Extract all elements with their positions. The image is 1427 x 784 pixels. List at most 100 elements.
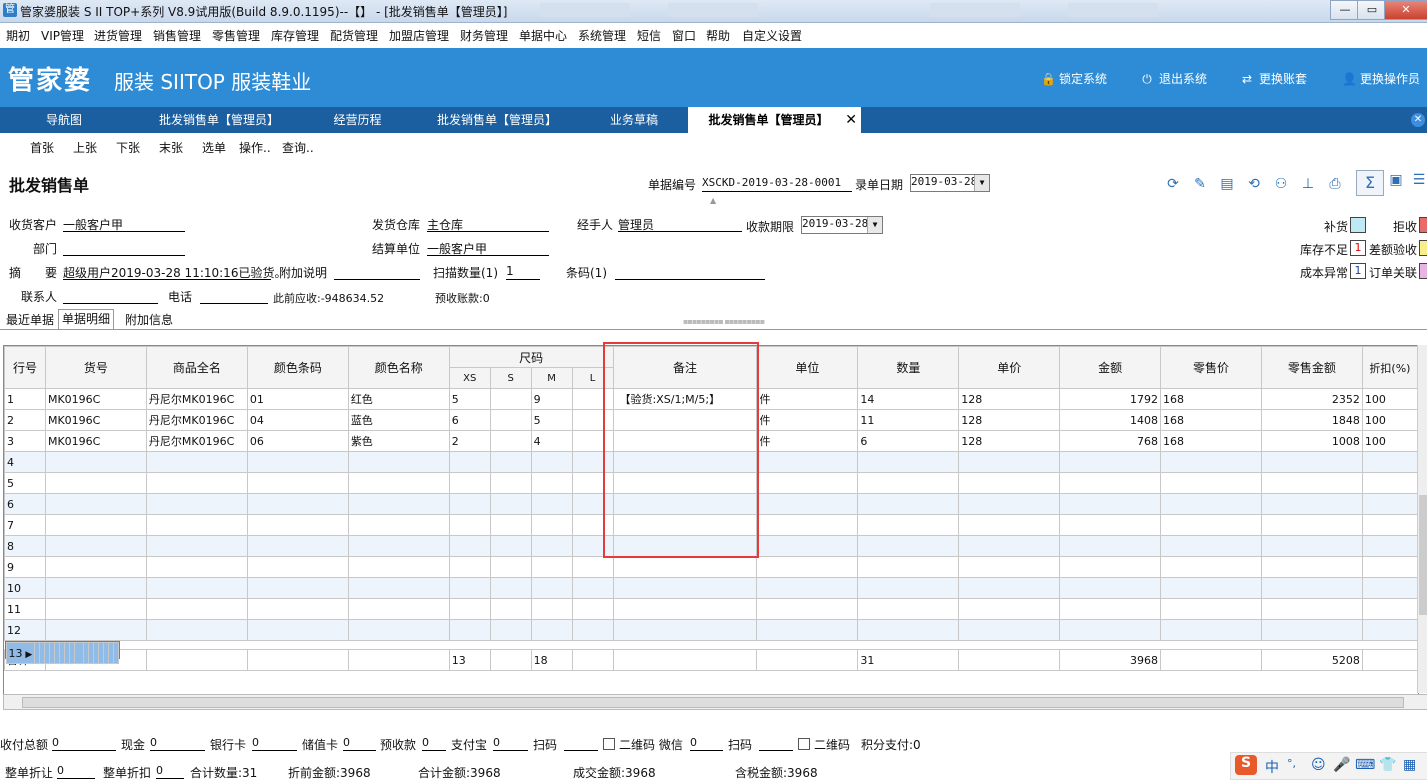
- cell-n[interactable]: 12: [4, 619, 46, 641]
- cell-rp[interactable]: [1160, 472, 1262, 494]
- cell-disc[interactable]: 100: [1361, 388, 1418, 410]
- cell-qty[interactable]: 14: [857, 388, 960, 410]
- cell-price[interactable]: [958, 535, 1061, 557]
- cell-amt[interactable]: [1059, 472, 1162, 494]
- cell-s[interactable]: [489, 514, 532, 536]
- cell-code[interactable]: [44, 472, 147, 494]
- cell-cn[interactable]: [347, 577, 450, 599]
- cell-code[interactable]: MK0196C: [44, 409, 147, 431]
- menu-item[interactable]: 单据中心: [519, 27, 567, 44]
- menu-item[interactable]: VIP管理: [41, 27, 84, 44]
- cell-amt[interactable]: [1059, 451, 1162, 473]
- cell-note[interactable]: 【验货:XS/1;M/5;】: [612, 388, 758, 410]
- cell-n[interactable]: 10: [4, 577, 46, 599]
- cell-cn[interactable]: 红色: [347, 388, 450, 410]
- keyboard-icon[interactable]: ⌨: [1355, 757, 1375, 773]
- cell-note[interactable]: [612, 619, 758, 641]
- handler-field[interactable]: 管理员: [618, 216, 742, 232]
- cell-cb[interactable]: [246, 472, 349, 494]
- cell-note[interactable]: [612, 451, 758, 473]
- select-doc-button[interactable]: 选单: [202, 139, 226, 156]
- cell-ra[interactable]: [1260, 535, 1363, 557]
- menu-item[interactable]: 短信: [637, 27, 661, 44]
- due-date-picker[interactable]: 2019-03-28 ▼: [801, 216, 883, 234]
- cell-amt[interactable]: 1408: [1059, 409, 1162, 431]
- cell-unit[interactable]: [756, 514, 859, 536]
- cell-unit[interactable]: [756, 451, 859, 473]
- cell-cb[interactable]: [246, 598, 349, 620]
- sync-icon[interactable]: ⟲: [1246, 176, 1262, 192]
- cell-cn[interactable]: [347, 535, 450, 557]
- cell-ra[interactable]: [1260, 577, 1363, 599]
- grid-horizontal-scrollbar[interactable]: [3, 694, 1427, 710]
- col-header-qty[interactable]: 数量: [857, 346, 960, 389]
- edit-icon[interactable]: ✎: [1192, 176, 1208, 192]
- cell-cn[interactable]: [347, 451, 450, 473]
- cell-code[interactable]: [44, 577, 147, 599]
- cell-unit[interactable]: [756, 493, 859, 515]
- cell-unit[interactable]: [756, 598, 859, 620]
- cell-note[interactable]: [612, 556, 758, 578]
- alipay-scan-field[interactable]: [564, 736, 598, 751]
- first-record-button[interactable]: 首张: [30, 139, 54, 156]
- cell-note[interactable]: [612, 535, 758, 557]
- cell-l[interactable]: [571, 430, 614, 452]
- cell-price[interactable]: 128: [958, 430, 1061, 452]
- total-received-field[interactable]: 0: [52, 736, 116, 751]
- cell-cb[interactable]: 04: [246, 409, 349, 431]
- table-row[interactable]: 6: [4, 493, 1418, 515]
- cell-xs[interactable]: [448, 514, 491, 536]
- save-icon[interactable]: ▤: [1219, 176, 1235, 192]
- cell-code[interactable]: [44, 514, 147, 536]
- structure-icon[interactable]: ⚇: [1273, 176, 1289, 192]
- cell-note[interactable]: [612, 472, 758, 494]
- cell-qty[interactable]: [857, 619, 960, 641]
- cell-note[interactable]: [612, 577, 758, 599]
- cell-cn[interactable]: 紫色: [347, 430, 450, 452]
- menu-item[interactable]: 系统管理: [578, 27, 626, 44]
- splitter-handle[interactable]: ▪▪▪▪▪▪▪▪▪ ▪▪▪▪▪▪▪▪▪: [680, 317, 767, 326]
- cell-name[interactable]: [145, 472, 248, 494]
- order-discount-field[interactable]: 0: [156, 764, 184, 779]
- cell-price[interactable]: 128: [958, 388, 1061, 410]
- close-all-tabs-icon[interactable]: ✕: [1411, 113, 1425, 127]
- cell-cn[interactable]: [347, 472, 450, 494]
- sogou-icon[interactable]: S: [1235, 755, 1257, 775]
- table-row[interactable]: 7: [4, 514, 1418, 536]
- col-header-code[interactable]: 货号: [44, 346, 147, 389]
- wechat-qr-checkbox[interactable]: [798, 738, 810, 750]
- warehouse-field[interactable]: 主仓库: [427, 216, 549, 232]
- summary-field[interactable]: 超级用户2019-03-28 11:10:16已验货。: [63, 264, 286, 280]
- cell-xs[interactable]: [448, 493, 491, 515]
- tab-navigation[interactable]: 导航图: [0, 107, 128, 133]
- cell-rp[interactable]: [1160, 598, 1262, 620]
- cell-note[interactable]: [612, 493, 758, 515]
- tab-recent-docs[interactable]: 最近单据: [3, 311, 57, 328]
- cell-ra[interactable]: [1260, 514, 1363, 536]
- cell-n[interactable]: 2: [4, 409, 46, 431]
- cell-disc[interactable]: [1361, 556, 1418, 578]
- cell-rp[interactable]: [1160, 535, 1262, 557]
- cell-s[interactable]: [489, 493, 532, 515]
- cell-xs[interactable]: [448, 451, 491, 473]
- list-icon[interactable]: ☰: [1411, 172, 1427, 188]
- cell-note[interactable]: [612, 514, 758, 536]
- menu-item[interactable]: 加盟店管理: [389, 27, 449, 44]
- close-tab-icon[interactable]: ✕: [845, 107, 857, 133]
- last-record-button[interactable]: 末张: [159, 139, 183, 156]
- cell-rp[interactable]: [1160, 451, 1262, 473]
- query-menu[interactable]: 查询..: [282, 139, 314, 156]
- toolbox-icon[interactable]: ▦: [1403, 757, 1416, 773]
- cell-unit[interactable]: [756, 472, 859, 494]
- menu-item[interactable]: 配货管理: [330, 27, 378, 44]
- col-header-size-m[interactable]: M: [530, 367, 573, 389]
- table-row[interactable]: 2 MK0196C 丹尼尔MK0196C 04 蓝色 6 5 件 11 128 1408 168 184…: [4, 409, 1418, 431]
- chinese-mode-icon[interactable]: 中: [1265, 757, 1279, 777]
- cell-n[interactable]: 7: [4, 514, 46, 536]
- cell-disc[interactable]: [1361, 493, 1418, 515]
- cell-xs[interactable]: [448, 619, 491, 641]
- cell-disc[interactable]: 100: [1361, 430, 1418, 452]
- cell-code[interactable]: [44, 493, 147, 515]
- cell-m[interactable]: [530, 514, 573, 536]
- cell-n[interactable]: 9: [4, 556, 46, 578]
